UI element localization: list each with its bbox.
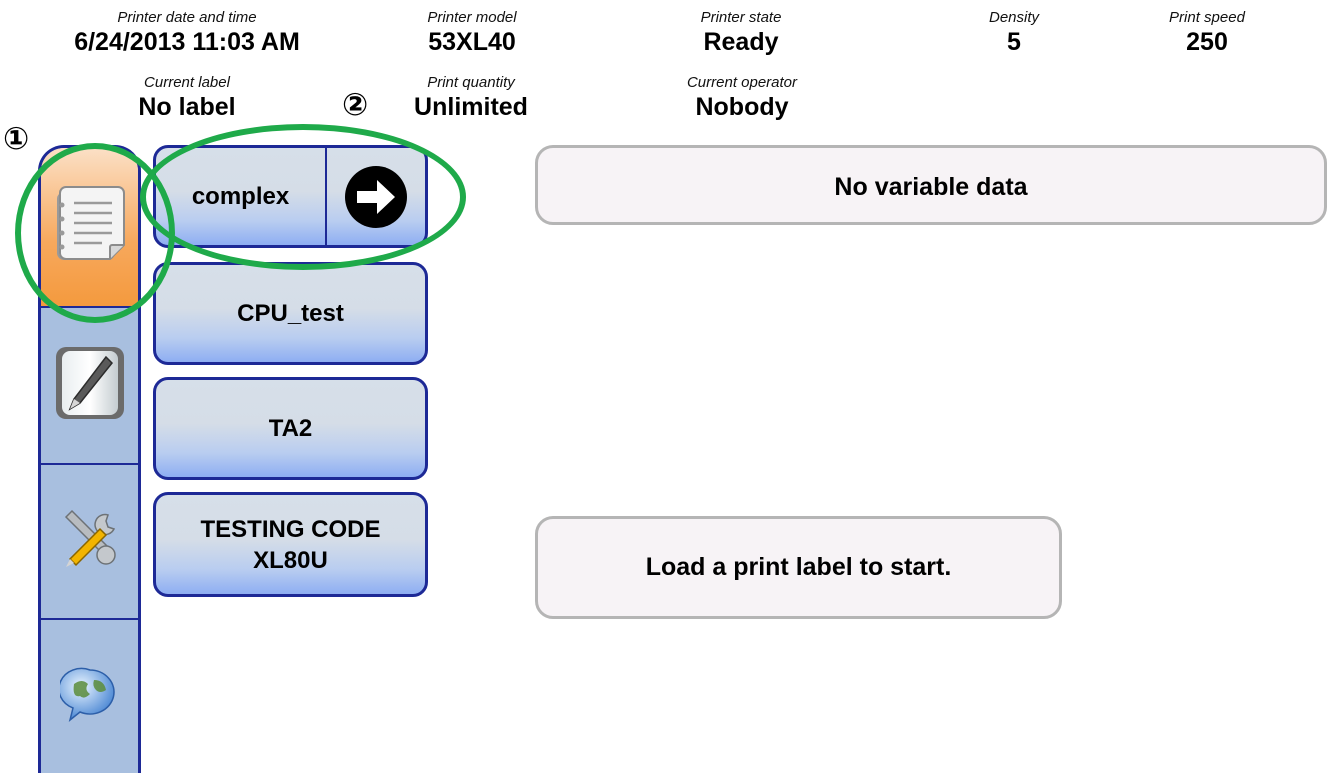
globe-chat-icon	[57, 666, 120, 731]
density: Density 5	[964, 9, 1064, 57]
variable-data-text: No variable data	[834, 173, 1028, 201]
printer-state-caption: Printer state	[700, 9, 782, 26]
print-quantity: Print quantity Unlimited	[396, 74, 546, 122]
sidebar	[38, 145, 141, 773]
label-item-name: TA2	[268, 414, 313, 442]
marker-two: ②	[342, 87, 369, 123]
density-caption: Density	[988, 9, 1040, 26]
variable-data-panel: No variable data	[535, 145, 1327, 225]
label-item-name: CPU_test	[237, 299, 344, 327]
current-operator-value: Nobody	[695, 93, 789, 121]
label-item-cpu-test[interactable]: CPU_test	[153, 262, 428, 365]
tools-icon	[58, 507, 122, 576]
message-panel: Load a print label to start.	[535, 516, 1062, 619]
message-text: Load a print label to start.	[645, 553, 952, 581]
printer-model-caption: Printer model	[427, 9, 517, 26]
print-speed-value: 250	[1186, 28, 1228, 56]
current-label-caption: Current label	[144, 74, 230, 91]
edit-pen-icon	[52, 343, 128, 428]
printer-state: Printer state Ready	[666, 9, 816, 57]
printer-datetime-caption: Printer date and time	[117, 9, 257, 26]
marker-one: ①	[3, 121, 30, 157]
label-item-name-line2: XL80U	[253, 546, 328, 574]
load-label-arrow-button[interactable]	[325, 148, 425, 245]
print-speed-caption: Print speed	[1169, 9, 1245, 26]
label-item-name: complex	[191, 182, 290, 210]
print-quantity-caption: Print quantity	[427, 74, 515, 91]
sidebar-item-language[interactable]	[41, 620, 138, 773]
current-operator: Current operator Nobody	[667, 74, 817, 122]
current-label: Current label No label	[112, 74, 262, 122]
arrow-right-circle-icon	[345, 165, 407, 228]
print-quantity-value: Unlimited	[414, 93, 528, 121]
density-value: 5	[1007, 28, 1021, 56]
print-speed: Print speed 250	[1152, 9, 1262, 57]
current-label-value: No label	[138, 93, 236, 121]
printer-state-value: Ready	[703, 28, 779, 56]
sidebar-item-edit[interactable]	[41, 308, 138, 465]
printer-model-value: 53XL40	[428, 28, 516, 56]
printer-datetime-value: 6/24/2013 11:03 AM	[74, 28, 300, 56]
label-item-testing-code[interactable]: TESTING CODE XL80U	[153, 492, 428, 597]
label-item-name-line1: TESTING CODE	[200, 515, 381, 543]
label-item-complex[interactable]: complex	[153, 145, 428, 248]
current-operator-caption: Current operator	[686, 74, 798, 91]
sidebar-item-settings[interactable]	[41, 465, 138, 620]
printer-datetime: Printer date and time 6/24/2013 11:03 AM	[42, 9, 332, 57]
sidebar-item-labels[interactable]	[41, 148, 138, 308]
printer-model: Printer model 53XL40	[397, 9, 547, 57]
label-item-ta2[interactable]: TA2	[153, 377, 428, 480]
document-list-icon	[52, 183, 128, 272]
